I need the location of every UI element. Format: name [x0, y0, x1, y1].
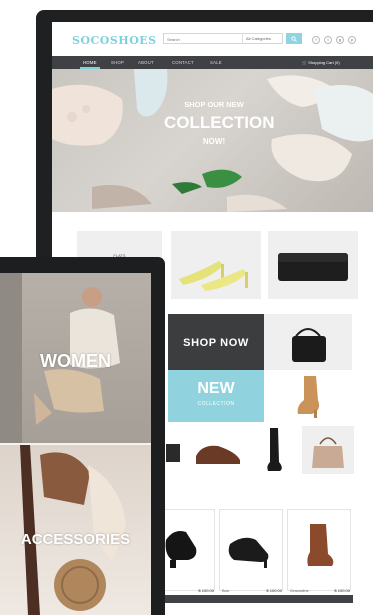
product-tile-brown-shoe[interactable] — [188, 426, 248, 474]
site-logo[interactable]: SOCOSHOES — [72, 34, 157, 47]
hero-subtitle: SHOP OUR NEW — [184, 100, 244, 109]
product-tile-tall-boot[interactable] — [250, 426, 300, 474]
product-3-name: Granodine — [290, 588, 309, 593]
tablet-screen: WOMEN ACCESSORIES — [0, 273, 151, 615]
product-3-price: $ 100.00 — [334, 588, 350, 593]
shopping-cart-link[interactable]: 🛒 Shopping Cart (0) — [302, 60, 340, 65]
product-3-meta: Granodine $ 100.00 — [290, 588, 352, 593]
product-tile-clutch[interactable] — [268, 231, 358, 299]
product-2-name: Boo — [222, 588, 230, 593]
search-input[interactable] — [167, 35, 237, 43]
dark-bag-image — [166, 444, 180, 462]
hero-banner[interactable]: SHOP OUR NEW COLLECTION NOW! — [52, 69, 373, 212]
search-icon — [291, 36, 297, 42]
twitter-icon[interactable]: t — [324, 36, 332, 44]
shop-now-button[interactable]: SHOP NOW — [168, 314, 264, 370]
new-collection-banner[interactable]: NEW COLLECTION — [168, 370, 264, 422]
pinterest-icon[interactable]: p — [348, 36, 356, 44]
device-mockup-scene: SOCOSHOES All Categories f t g p HOME SH… — [0, 0, 373, 615]
product-tile-tan-bag[interactable] — [302, 426, 354, 474]
product-3-image — [307, 524, 334, 566]
product-tile-handbag[interactable] — [264, 314, 352, 370]
product-tile-partial[interactable] — [164, 426, 184, 474]
product-2-price: $ 100.00 — [266, 588, 282, 593]
yellow-heels-image — [179, 261, 248, 291]
hero-title: COLLECTION — [164, 113, 275, 132]
search-category-select[interactable]: All Categories — [242, 34, 284, 43]
shop-now-label: SHOP NOW — [183, 337, 249, 349]
search-button[interactable] — [286, 33, 302, 44]
women-category-panel[interactable]: WOMEN — [0, 273, 151, 443]
women-label: WOMEN — [40, 351, 111, 371]
tan-bag-image — [312, 437, 344, 468]
google-plus-icon[interactable]: g — [336, 36, 344, 44]
collection-label: COLLECTION — [197, 401, 235, 407]
nav-shop[interactable]: SHOP — [111, 60, 124, 65]
footer-strip — [151, 595, 353, 603]
accessories-category-panel[interactable]: ACCESSORIES — [0, 445, 151, 615]
cart-label: Shopping Cart (0) — [308, 60, 340, 65]
product-card-3[interactable]: Granodine $ 100.00 — [287, 509, 352, 593]
cart-icon: 🛒 — [302, 60, 307, 65]
black-clutch-image — [278, 253, 348, 281]
black-boot-image — [267, 428, 282, 471]
product-tile-yellow-heels[interactable] — [171, 231, 261, 299]
accessories-label: ACCESSORIES — [20, 531, 131, 548]
black-handbag-image — [292, 328, 326, 362]
nav-contact[interactable]: CONTACT — [172, 60, 194, 65]
product-1-price: $ 100.00 — [198, 588, 214, 593]
hero-now: NOW! — [202, 137, 226, 146]
tan-boot-image — [297, 376, 320, 418]
search-box: All Categories — [163, 33, 283, 44]
accessories-photo — [20, 445, 126, 615]
nav-about[interactable]: ABOUT — [138, 60, 154, 65]
product-tile-ankle-boot[interactable] — [264, 370, 352, 422]
nav-sale[interactable]: SALE — [210, 60, 222, 65]
main-nav: HOME SHOP ABOUT CONTACT SALE 🛒 Shopping … — [52, 56, 373, 69]
site-header: SOCOSHOES All Categories f t g p — [52, 22, 373, 56]
new-label: NEW — [197, 380, 235, 397]
facebook-icon[interactable]: f — [312, 36, 320, 44]
nav-home[interactable]: HOME — [83, 60, 97, 65]
product-2-meta: Boo $ 100.00 — [222, 588, 284, 593]
product-card-2[interactable]: Boo $ 100.00 — [219, 509, 284, 593]
brown-shoe-image — [196, 445, 240, 464]
product-2-image — [228, 537, 269, 568]
